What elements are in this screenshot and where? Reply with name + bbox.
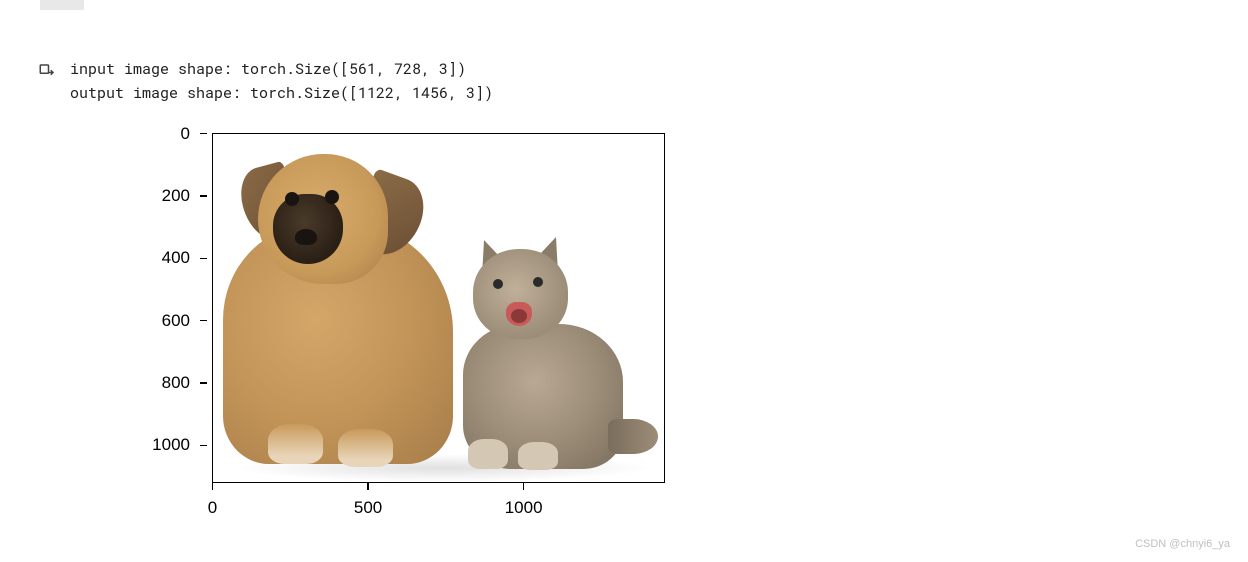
cell-code-gutter	[40, 0, 84, 10]
x-tick-label: 1000	[505, 498, 543, 518]
y-tick-mark	[200, 258, 207, 260]
output-line-1: input image shape: torch.Size([561, 728,…	[70, 59, 466, 79]
x-tick-label: 0	[208, 498, 217, 518]
y-tick-mark	[200, 382, 207, 384]
watermark-text: CSDN @chnyi6_ya	[1135, 538, 1230, 550]
x-axis-ticks: 0 500 1000	[212, 483, 665, 523]
y-tick-label: 0	[130, 124, 190, 144]
x-tick-mark	[367, 483, 369, 490]
plot-image-content	[213, 134, 664, 482]
y-tick-label: 1000	[130, 435, 190, 455]
output-arrow-icon	[36, 60, 58, 82]
matplotlib-figure: 0 200 400 600 800 1000	[70, 118, 640, 528]
y-tick-mark	[200, 195, 207, 197]
plot-axes-frame	[212, 133, 665, 483]
y-tick-label: 200	[130, 186, 190, 206]
y-tick-mark	[200, 320, 207, 322]
y-tick-label: 400	[130, 248, 190, 268]
y-axis-ticks: 0 200 400 600 800 1000	[70, 133, 207, 483]
y-tick-mark	[200, 133, 207, 135]
y-tick-mark	[200, 445, 207, 447]
x-tick-mark	[212, 483, 214, 490]
output-line-2: output image shape: torch.Size([1122, 14…	[70, 83, 493, 103]
y-tick-label: 800	[130, 373, 190, 393]
y-tick-label: 600	[130, 311, 190, 331]
cell-output-text: input image shape: torch.Size([561, 728,…	[70, 57, 493, 105]
x-tick-mark	[523, 483, 525, 490]
x-tick-label: 500	[354, 498, 382, 518]
